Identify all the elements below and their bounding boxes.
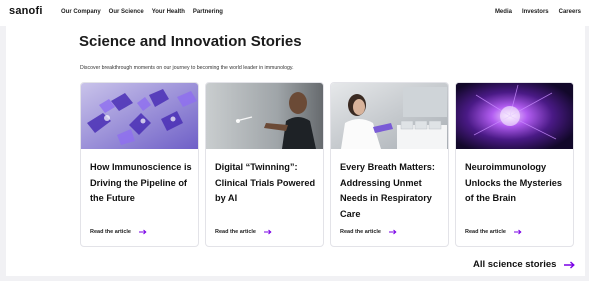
nav-careers[interactable]: Careers xyxy=(559,9,581,15)
arrow-right-icon xyxy=(388,229,397,235)
glowing-neuron-image xyxy=(456,83,573,149)
arrow-right-icon xyxy=(263,229,272,235)
nav-investors[interactable]: Investors xyxy=(522,9,549,15)
all-science-stories-link[interactable]: All science stories xyxy=(473,259,576,270)
card-title: Digital “Twinning”: Clinical Trials Powe… xyxy=(215,162,316,203)
card-title: Every Breath Matters: Addressing Unmet N… xyxy=(340,162,435,219)
arrow-right-icon xyxy=(564,260,576,269)
secondary-nav: Media Investors Careers xyxy=(495,9,581,15)
read-article-link[interactable]: Read the article xyxy=(340,229,397,235)
nav-our-science[interactable]: Our Science xyxy=(109,9,144,15)
page-subtitle: Discover breakthrough moments on our jou… xyxy=(80,65,294,71)
nav-media[interactable]: Media xyxy=(495,9,512,15)
primary-nav: Our Company Our Science Your Health Part… xyxy=(61,9,223,15)
arrow-right-icon xyxy=(138,229,147,235)
read-article-label: Read the article xyxy=(215,229,256,235)
read-article-link[interactable]: Read the article xyxy=(215,229,272,235)
card-title: How Immunoscience is Driving the Pipelin… xyxy=(90,162,192,203)
story-card-digital-twinning[interactable]: Digital “Twinning”: Clinical Trials Powe… xyxy=(205,82,324,247)
nav-our-company[interactable]: Our Company xyxy=(61,9,101,15)
nav-your-health[interactable]: Your Health xyxy=(152,9,185,15)
nav-partnering[interactable]: Partnering xyxy=(193,9,223,15)
all-science-stories-label: All science stories xyxy=(473,259,557,270)
story-card-immunoscience[interactable]: How Immunoscience is Driving the Pipelin… xyxy=(80,82,199,247)
read-article-label: Read the article xyxy=(90,229,131,235)
card-title: Neuroimmunology Unlocks the Mysteries of… xyxy=(465,162,563,203)
scientist-touching-screen-image xyxy=(206,83,323,149)
read-article-link[interactable]: Read the article xyxy=(90,229,147,235)
story-card-respiratory-care[interactable]: Every Breath Matters: Addressing Unmet N… xyxy=(330,82,449,247)
lab-researcher-pipette-image xyxy=(331,83,448,149)
site-header: sanofi Our Company Our Science Your Heal… xyxy=(0,0,589,26)
read-article-link[interactable]: Read the article xyxy=(465,229,522,235)
purple-immune-cells-image xyxy=(81,83,198,149)
story-card-neuroimmunology[interactable]: Neuroimmunology Unlocks the Mysteries of… xyxy=(455,82,574,247)
arrow-right-icon xyxy=(513,229,522,235)
sanofi-logo[interactable]: sanofi xyxy=(9,5,43,17)
read-article-label: Read the article xyxy=(340,229,381,235)
page-title: Science and Innovation Stories xyxy=(79,33,302,50)
read-article-label: Read the article xyxy=(465,229,506,235)
